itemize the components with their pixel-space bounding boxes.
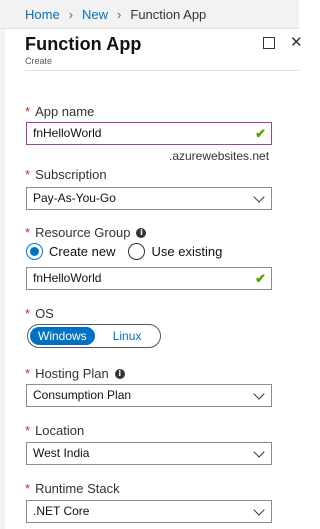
- os-option-linux[interactable]: Linux: [113, 329, 142, 343]
- location-label: * Location: [25, 423, 84, 438]
- breadcrumb-separator-icon: ›: [117, 6, 122, 22]
- required-marker: *: [25, 167, 31, 182]
- app-name-label: * App name: [25, 104, 94, 119]
- app-name-suffix: .azurewebsites.net: [169, 149, 270, 163]
- breadcrumb-current: Function App: [130, 6, 207, 22]
- page-title: Function App: [25, 34, 142, 54]
- close-icon[interactable]: ✕: [290, 33, 303, 51]
- radio-dot: [30, 247, 39, 256]
- resource-group-radio-group: Create new Use existing: [26, 243, 222, 260]
- chevron-down-icon: [253, 388, 265, 400]
- resource-group-label-text: Resource Group: [35, 225, 131, 240]
- page-subtitle: Create: [25, 56, 53, 66]
- radio-create-new-label: Create new: [49, 244, 116, 259]
- app-name-input[interactable]: fnHelloWorld ✔: [26, 122, 272, 145]
- subscription-label: * Subscription: [25, 167, 107, 182]
- radio-button-checked[interactable]: [26, 243, 43, 260]
- radio-use-existing[interactable]: Use existing: [128, 243, 222, 260]
- os-option-windows[interactable]: Windows: [30, 327, 95, 345]
- info-icon[interactable]: i: [136, 227, 147, 238]
- app-name-label-text: App name: [35, 104, 95, 119]
- app-name-value: fnHelloWorld: [33, 126, 102, 140]
- resource-group-input[interactable]: fnHelloWorld ✔: [26, 267, 272, 290]
- breadcrumb: Home › New › Function App: [0, 0, 299, 29]
- os-toggle: Windows Linux: [27, 324, 161, 348]
- runtime-stack-value: .NET Core: [33, 504, 90, 518]
- subscription-label-text: Subscription: [35, 167, 107, 182]
- hosting-plan-label: * Hosting Plan i: [25, 366, 125, 381]
- location-label-text: Location: [35, 423, 85, 438]
- radio-use-existing-label: Use existing: [151, 244, 223, 259]
- breadcrumb-new-link[interactable]: New: [82, 7, 108, 22]
- hosting-plan-select[interactable]: Consumption Plan: [26, 384, 272, 407]
- breadcrumb-home-link[interactable]: Home: [25, 7, 60, 22]
- resource-group-value: fnHelloWorld: [33, 271, 102, 285]
- check-icon: ✔: [255, 271, 266, 286]
- location-select[interactable]: West India: [26, 442, 272, 465]
- runtime-stack-label-text: Runtime Stack: [35, 481, 120, 496]
- runtime-stack-select[interactable]: .NET Core: [26, 500, 272, 523]
- os-label: * OS: [25, 306, 54, 321]
- hosting-plan-label-text: Hosting Plan: [35, 366, 109, 381]
- required-marker: *: [25, 366, 31, 381]
- chevron-down-icon: [253, 446, 265, 458]
- radio-button-unchecked[interactable]: [128, 243, 146, 260]
- subscription-select[interactable]: Pay-As-You-Go: [26, 187, 272, 210]
- required-marker: *: [25, 104, 31, 119]
- location-value: West India: [33, 446, 90, 460]
- required-marker: *: [25, 423, 31, 438]
- radio-create-new[interactable]: Create new: [26, 243, 115, 260]
- runtime-stack-label: * Runtime Stack: [25, 481, 120, 496]
- os-label-text: OS: [35, 306, 54, 321]
- required-marker: *: [25, 225, 31, 240]
- info-icon[interactable]: i: [114, 368, 125, 379]
- blade-left-border: [0, 29, 5, 529]
- hosting-plan-value: Consumption Plan: [33, 388, 132, 402]
- required-marker: *: [25, 306, 31, 321]
- header-divider: [25, 70, 299, 71]
- check-icon: ✔: [255, 126, 266, 141]
- resource-group-label: * Resource Group i: [25, 225, 147, 240]
- maximize-icon[interactable]: [263, 37, 275, 49]
- required-marker: *: [25, 481, 31, 496]
- chevron-down-icon: [253, 191, 265, 203]
- chevron-down-icon: [253, 504, 265, 516]
- breadcrumb-separator-icon: ›: [68, 6, 74, 22]
- subscription-value: Pay-As-You-Go: [33, 191, 116, 205]
